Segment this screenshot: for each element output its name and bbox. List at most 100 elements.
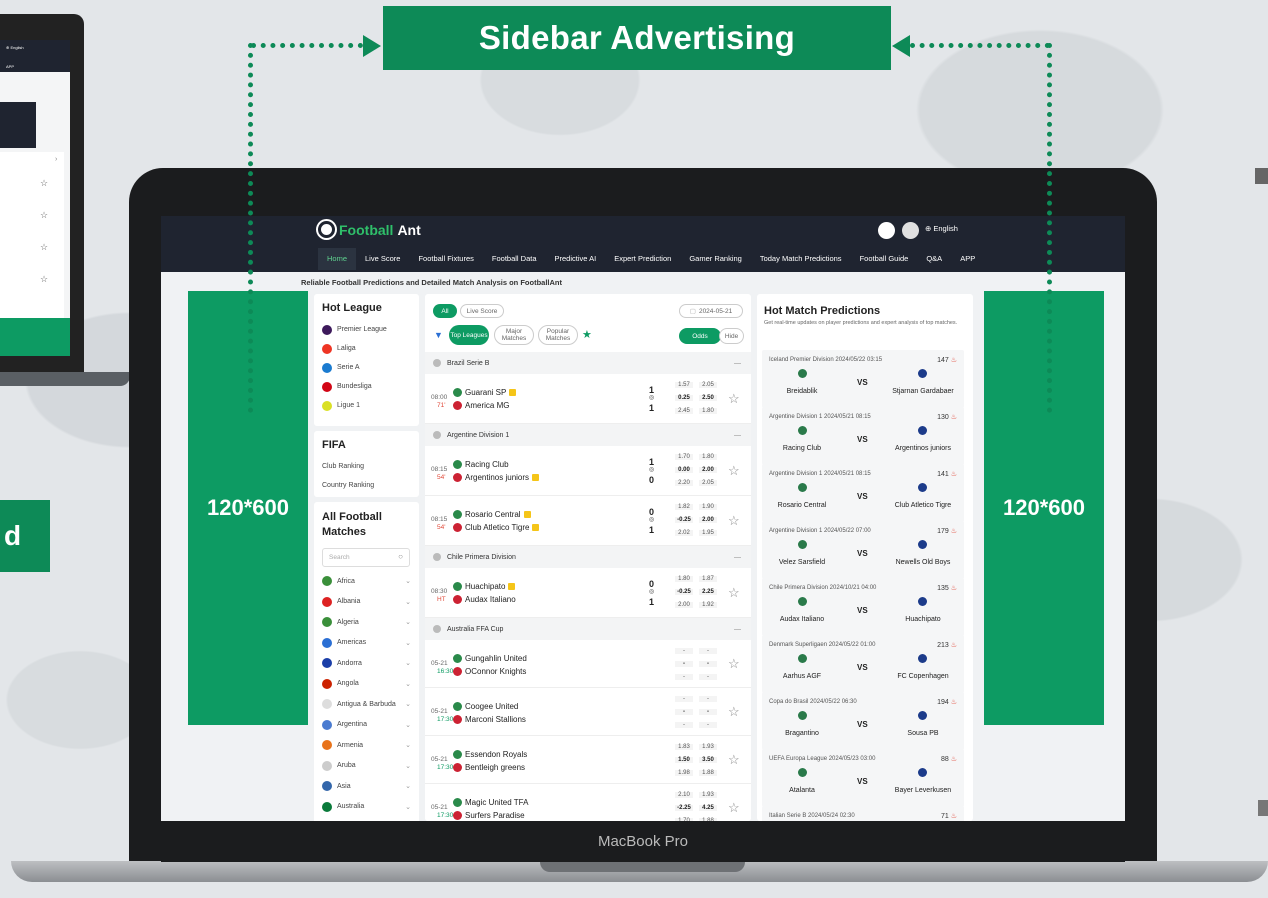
country-item[interactable]: Angola ⌄ <box>322 674 411 695</box>
collapse-icon[interactable]: — <box>734 554 741 561</box>
collapse-icon[interactable]: — <box>734 626 741 633</box>
country-item[interactable]: Albania ⌄ <box>322 592 411 613</box>
nav-item[interactable]: Football Data <box>483 248 546 270</box>
odds-cell[interactable]: 2.00 <box>699 467 717 473</box>
team-name[interactable]: Racing Club <box>453 460 509 469</box>
nav-item[interactable]: Football Guide <box>851 248 918 270</box>
hot-league-item[interactable]: Laliga <box>322 339 411 358</box>
odds-cell[interactable]: 1.90 <box>699 504 717 510</box>
odds-cell[interactable]: -2.25 <box>675 805 693 811</box>
all-tab[interactable]: All <box>433 304 457 318</box>
odds-toggle[interactable]: Odds <box>679 328 721 344</box>
live-score-tab[interactable]: Live Score <box>460 304 504 318</box>
nav-item[interactable]: Home <box>318 248 357 270</box>
country-item[interactable]: Antigua & Barbuda ⌄ <box>322 694 411 715</box>
odds-cell[interactable]: 1.70 <box>675 454 693 460</box>
nav-item[interactable]: Gamer Ranking <box>680 248 751 270</box>
odds-cell[interactable]: 1.88 <box>699 770 717 776</box>
country-item[interactable]: Australia ⌄ <box>322 797 411 818</box>
country-item[interactable]: Africa ⌄ <box>322 571 411 592</box>
odds-cell[interactable]: 1.93 <box>699 792 717 798</box>
country-item[interactable]: Americas ⌄ <box>322 633 411 654</box>
team-name[interactable]: Bentleigh greens <box>453 763 525 772</box>
nav-item[interactable]: Football Fixtures <box>409 248 482 270</box>
hot-league-item[interactable]: Serie A <box>322 358 411 377</box>
odds-cell[interactable]: - <box>699 648 717 654</box>
odds-cell[interactable]: -0.25 <box>675 589 693 595</box>
odds-cell[interactable]: 1.80 <box>699 454 717 460</box>
country-item[interactable]: Aruba ⌄ <box>322 756 411 777</box>
country-item[interactable]: Asia ⌄ <box>322 776 411 797</box>
favorite-star-icon[interactable]: ☆ <box>728 800 740 816</box>
team-name[interactable]: Marconi Stallions <box>453 715 526 724</box>
odds-cell[interactable]: 1.82 <box>675 504 693 510</box>
team-name[interactable]: Magic United TFA <box>453 798 528 807</box>
odds-cell[interactable]: 2.00 <box>699 517 717 523</box>
prediction-card[interactable]: Chile Primera Division 2024/10/21 04:00 1… <box>762 578 964 636</box>
odds-cell[interactable]: - <box>675 696 693 702</box>
odds-cell[interactable]: 0.25 <box>675 395 693 401</box>
odds-cell[interactable]: 1.88 <box>699 818 717 821</box>
team-name[interactable]: Huachipato <box>453 582 516 591</box>
league-header[interactable]: Chile Primera Division — <box>425 546 751 568</box>
fifa-item[interactable]: Country Ranking <box>322 476 411 495</box>
nav-item[interactable]: Today Match Predictions <box>751 248 851 270</box>
right-ad-slot[interactable]: 120*600 <box>984 291 1104 725</box>
favorite-star-icon[interactable]: ☆ <box>728 513 740 529</box>
odds-cell[interactable]: 1.95 <box>699 530 717 536</box>
team-name[interactable]: Surfers Paradise <box>453 811 525 820</box>
favorite-star-icon[interactable]: ☆ <box>728 391 740 407</box>
team-name[interactable]: Guarani SP <box>453 388 517 397</box>
odds-cell[interactable]: 1.80 <box>675 576 693 582</box>
major-matches-tab[interactable]: Major Matches <box>494 325 534 345</box>
odds-cell[interactable]: 1.98 <box>675 770 693 776</box>
match-row[interactable]: 05-21 17:30 Essendon Royals Bentleigh green… <box>425 736 751 784</box>
league-header[interactable]: Argentine Division 1 — <box>425 424 751 446</box>
odds-cell[interactable]: - <box>675 674 693 680</box>
team-name[interactable]: Gungahlin United <box>453 654 527 663</box>
prediction-card[interactable]: Denmark Superligaen 2024/05/22 01:00 213 … <box>762 635 964 693</box>
match-row[interactable]: 08:30 HT Huachipato Audax Italiano 0 ◎ 1 1.80 1.… <box>425 568 751 618</box>
favorite-star-icon[interactable]: ☆ <box>728 704 740 720</box>
nav-item[interactable]: Expert Prediction <box>605 248 680 270</box>
prediction-card[interactable]: Iceland Premier Division 2024/05/22 03:1… <box>762 350 964 408</box>
prediction-card[interactable]: UEFA Europa League 2024/05/23 03:00 88 ♨ A… <box>762 749 964 807</box>
odds-cell[interactable]: - <box>699 661 717 667</box>
favorite-star-icon[interactable]: ★ <box>582 328 592 341</box>
odds-cell[interactable]: - <box>699 674 717 680</box>
prediction-card[interactable]: Argentine Division 1 2024/05/21 08:15 141… <box>762 464 964 522</box>
match-row[interactable]: 05-21 17:30 Coogee United Marconi Stallions… <box>425 688 751 736</box>
date-picker[interactable]: ▢ 2024-05-21 <box>679 304 743 318</box>
odds-cell[interactable]: 4.25 <box>699 805 717 811</box>
odds-cell[interactable]: 2.05 <box>699 382 717 388</box>
odds-cell[interactable]: 1.83 <box>675 744 693 750</box>
match-row[interactable]: 05-21 17:30 Magic United TFA Surfers Paradi… <box>425 784 751 821</box>
team-name[interactable]: Coogee United <box>453 702 518 711</box>
top-leagues-tab[interactable]: Top Leagues <box>449 325 489 345</box>
team-name[interactable]: Audax Italiano <box>453 595 516 604</box>
match-row[interactable]: 08:15 54' Racing Club Argentinos juniors 1 ◎ 0… <box>425 446 751 496</box>
hot-league-item[interactable]: Bundesliga <box>322 377 411 396</box>
collapse-icon[interactable]: — <box>734 360 741 367</box>
odds-cell[interactable]: 2.20 <box>675 480 693 486</box>
odds-cell[interactable]: 2.02 <box>675 530 693 536</box>
odds-cell[interactable]: - <box>675 722 693 728</box>
site-logo[interactable]: Football Ant <box>318 221 421 238</box>
hot-league-item[interactable]: Ligue 1 <box>322 396 411 415</box>
country-item[interactable]: Algeria ⌄ <box>322 612 411 633</box>
prediction-card[interactable]: Argentine Division 1 2024/05/21 08:15 130… <box>762 407 964 465</box>
popular-matches-tab[interactable]: Popular Matches <box>538 325 578 345</box>
nav-item[interactable]: Live Score <box>356 248 409 270</box>
odds-cell[interactable]: 1.57 <box>675 382 693 388</box>
country-item[interactable]: Armenia ⌄ <box>322 735 411 756</box>
team-name[interactable]: Rosario Central <box>453 510 531 519</box>
prediction-card[interactable]: Copa do Brasil 2024/05/22 06:30 194 ♨ Brag… <box>762 692 964 750</box>
odds-cell[interactable]: - <box>699 696 717 702</box>
country-item[interactable]: Andorra ⌄ <box>322 653 411 674</box>
odds-cell[interactable]: - <box>675 661 693 667</box>
odds-cell[interactable]: 1.50 <box>675 757 693 763</box>
country-item[interactable]: Austria⌄ <box>322 817 411 821</box>
language-select[interactable]: ⊕ English <box>925 224 958 233</box>
odds-cell[interactable]: 1.80 <box>699 408 717 414</box>
team-name[interactable]: Essendon Royals <box>453 750 527 759</box>
